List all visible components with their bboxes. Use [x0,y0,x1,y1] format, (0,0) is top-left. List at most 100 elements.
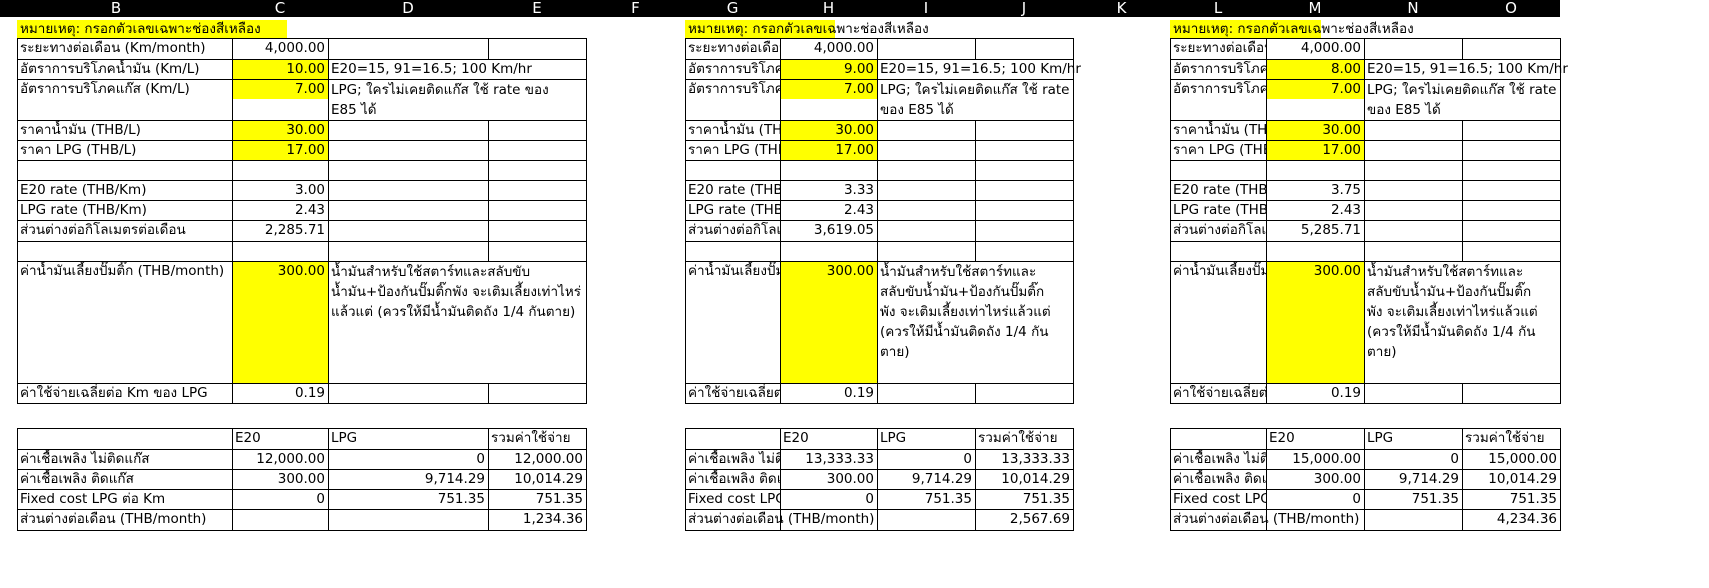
fuel-efficiency-label: อัตราการบริโภคน้ำมัน (Km/L) [1173,61,1266,77]
idle-fuel-input[interactable]: 300.00 [780,262,877,281]
column-header[interactable]: C [232,0,329,17]
grid-line [975,38,976,59]
column-header[interactable]: F [586,0,686,17]
table-cell-lpg[interactable]: 0 [877,450,975,469]
grid-line [685,530,1074,531]
column-header[interactable]: I [877,0,976,17]
table-cell-total[interactable]: 751.35 [1462,490,1560,509]
lpg-price-input[interactable]: 17.00 [232,141,328,160]
table-cell-e20[interactable]: 15,000.00 [1266,450,1364,469]
lpg-rate-label: LPG rate (THB/Km) [20,202,147,218]
grid-line [1462,383,1463,404]
fuel-efficiency-input[interactable]: 9.00 [780,60,877,79]
distance-value[interactable]: 4,000.00 [232,39,328,58]
table-cell-lpg[interactable]: 0 [1364,450,1462,469]
lpg-efficiency-input[interactable]: 7.00 [780,80,877,99]
lpg-rate-value[interactable]: 2.43 [232,201,328,220]
e20-rate-value[interactable]: 3.33 [780,181,877,200]
table-cell-e20[interactable]: 300.00 [232,470,328,489]
table-cell-e20[interactable]: 300.00 [780,470,877,489]
table-cell-lpg[interactable]: 9,714.29 [1364,470,1462,489]
lpg-efficiency-label: อัตราการบริโภคแก๊ส (Km/L) [688,81,780,97]
table-header-lpg: LPG [331,430,358,446]
lpg-efficiency-note: LPG; ใครไม่เคยติดแก๊ส ใช้ rate ของ E85 ไ… [1367,82,1557,118]
column-header[interactable]: N [1364,0,1463,17]
fuel-efficiency-input[interactable]: 8.00 [1266,60,1364,79]
table-cell-e20[interactable]: 0 [780,490,877,509]
table-cell-lpg[interactable]: 751.35 [1364,490,1462,509]
table-cell-e20[interactable]: 0 [1266,490,1364,509]
column-header[interactable]: L [1170,0,1267,17]
table-header-e20: E20 [1269,430,1295,446]
idle-fuel-input[interactable]: 300.00 [232,262,328,281]
lpg-rate-value[interactable]: 2.43 [780,201,877,220]
monthly-diff-label: ส่วนต่างต่อเดือน (THB/month) [1173,511,1360,527]
diff-per-km-value[interactable]: 5,285.71 [1266,221,1364,240]
table-cell-total[interactable]: 12,000.00 [488,450,586,469]
avg-lpg-cost-value[interactable]: 0.19 [780,384,877,403]
idle-fuel-input[interactable]: 300.00 [1266,262,1364,281]
table-cell-total[interactable]: 10,014.29 [1462,470,1560,489]
table-cell-e20[interactable]: 0 [232,490,328,509]
fuel-price-input[interactable]: 30.00 [1266,121,1364,140]
avg-lpg-cost-value[interactable]: 0.19 [232,384,328,403]
column-header[interactable]: J [975,0,1074,17]
column-header[interactable]: G [685,0,781,17]
diff-per-km-value[interactable]: 3,619.05 [780,221,877,240]
grid-line [685,241,1074,242]
avg-lpg-cost-value[interactable]: 0.19 [1266,384,1364,403]
lpg-efficiency-input[interactable]: 7.00 [232,80,328,99]
lpg-rate-value[interactable]: 2.43 [1266,201,1364,220]
table-cell-e20[interactable]: 12,000.00 [232,450,328,469]
lpg-price-input[interactable]: 17.00 [780,141,877,160]
table-cell-total[interactable]: 15,000.00 [1462,450,1560,469]
table-cell-e20[interactable]: 13,333.33 [780,450,877,469]
table-cell-lpg[interactable]: 9,714.29 [877,470,975,489]
column-header[interactable]: E [488,0,587,17]
table-cell-lpg[interactable]: 751.35 [877,490,975,509]
table-cell-total[interactable]: 751.35 [975,490,1073,509]
monthly-diff-value[interactable]: 2,567.69 [975,510,1073,529]
monthly-diff-label: ส่วนต่างต่อเดือน (THB/month) [20,511,207,527]
distance-label: ระยะทางต่อเดือน (Km/month) [20,40,206,56]
table-cell-total[interactable]: 13,333.33 [975,450,1073,469]
diff-per-km-label: ส่วนต่างต่อกิโลเมตรต่อเดือน [1173,222,1266,238]
table-cell-total[interactable]: 10,014.29 [975,470,1073,489]
column-header[interactable]: K [1073,0,1171,17]
note-text: หมายเหตุ: กรอกตัวเลขเฉพาะช่องสีเหลือง [688,21,929,37]
distance-value[interactable]: 4,000.00 [780,39,877,58]
monthly-diff-value[interactable]: 4,234.36 [1462,510,1560,529]
grid-line [17,403,587,404]
fuel-efficiency-input[interactable]: 10.00 [232,60,328,79]
note-text: หมายเหตุ: กรอกตัวเลขเฉพาะช่องสีเหลือง [1173,21,1414,37]
monthly-diff-value[interactable]: 1,234.36 [488,510,586,529]
grid-line [975,383,976,404]
e20-rate-value[interactable]: 3.00 [232,181,328,200]
distance-label: ระยะทางต่อเดือน (Km/month) [688,40,780,56]
table-cell-total[interactable]: 751.35 [488,490,586,509]
fuel-price-input[interactable]: 30.00 [232,121,328,140]
grid-line [1170,530,1561,531]
column-header[interactable]: M [1266,0,1365,17]
lpg-price-input[interactable]: 17.00 [1266,141,1364,160]
fuel-price-input[interactable]: 30.00 [780,121,877,140]
lpg-efficiency-input[interactable]: 7.00 [1266,80,1364,99]
table-cell-lpg[interactable]: 0 [328,450,488,469]
grid-line [1170,241,1561,242]
note-text: หมายเหตุ: กรอกตัวเลขเฉพาะช่องสีเหลือง [20,21,261,37]
column-header[interactable]: H [780,0,878,17]
diff-per-km-value[interactable]: 2,285.71 [232,221,328,240]
monthly-diff-label: ส่วนต่างต่อเดือน (THB/month) [688,511,875,527]
e20-rate-value[interactable]: 3.75 [1266,181,1364,200]
column-header[interactable]: O [1462,0,1560,17]
grid-line [1170,160,1561,161]
grid-line [488,38,489,59]
column-header[interactable]: D [328,0,489,17]
idle-fuel-label: ค่าน้ำมันเลี้ยงปั๊มติ๊ก (THB/month) [20,263,225,279]
distance-value[interactable]: 4,000.00 [1266,39,1364,58]
column-header[interactable]: B [0,0,233,17]
table-cell-lpg[interactable]: 9,714.29 [328,470,488,489]
table-cell-lpg[interactable]: 751.35 [328,490,488,509]
table-cell-total[interactable]: 10,014.29 [488,470,586,489]
table-cell-e20[interactable]: 300.00 [1266,470,1364,489]
